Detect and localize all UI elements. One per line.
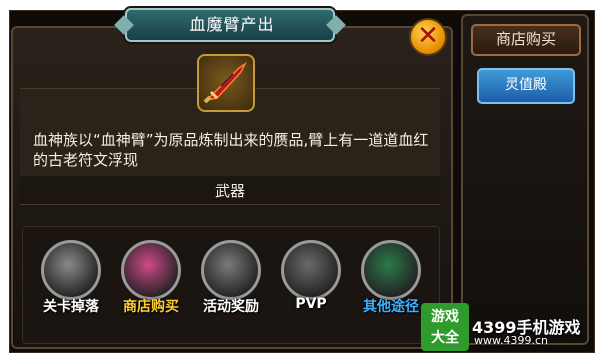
pvp-blade-icon[interactable] [281, 240, 341, 300]
tab-shop-purchase-label[interactable]: 商店购买 [471, 24, 581, 54]
source-button-0[interactable]: 关卡掉落 [35, 240, 107, 340]
source-label[interactable]: PVP [269, 296, 353, 312]
dialog-title: 血魔臂产出 [189, 15, 275, 34]
source-label[interactable]: 商店购买 [109, 296, 193, 316]
source-button-2[interactable]: 活动奖励 [195, 240, 267, 340]
watermark-logo-line1: 游戏 [431, 309, 459, 325]
title-banner: 血魔臂产出 [114, 8, 346, 42]
source-button-4[interactable]: 其他途径 [355, 240, 427, 340]
item-type-label: 武器 [214, 182, 245, 200]
source-label[interactable]: 关卡掉落 [29, 296, 113, 316]
source-label[interactable]: 活动奖励 [189, 296, 273, 316]
watermark-logo-line2: 大全 [431, 330, 459, 346]
game-screen: 血魔臂产出 ✕ 血神族以“血神臂”为原品炼制出来的赝品,臂上有一道道血红的古老符… [0, 0, 596, 363]
item-icon-slot [197, 54, 255, 112]
treasure-chest-icon[interactable] [201, 240, 261, 300]
source-button-3[interactable]: PVP [275, 240, 347, 340]
watermark-url: www.4399.cn [474, 334, 548, 347]
sword-icon [203, 61, 247, 104]
close-icon[interactable]: ✕ [411, 20, 445, 54]
crossed-swords-icon[interactable] [41, 240, 101, 300]
source-button-1[interactable]: 商店购买 [115, 240, 187, 340]
item-description: 血神族以“血神臂”为原品炼制出来的赝品,臂上有一道道血红的古老符文浮现 [33, 131, 429, 169]
peacock-feather-icon[interactable] [361, 240, 421, 300]
shop-bag-icon[interactable] [121, 240, 181, 300]
side-panel [461, 14, 589, 345]
lingzhi-hall-button-label[interactable]: 灵值殿 [477, 68, 575, 102]
close-button[interactable]: ✕ [409, 18, 447, 56]
watermark-logo: 游戏 大全 [421, 303, 469, 351]
